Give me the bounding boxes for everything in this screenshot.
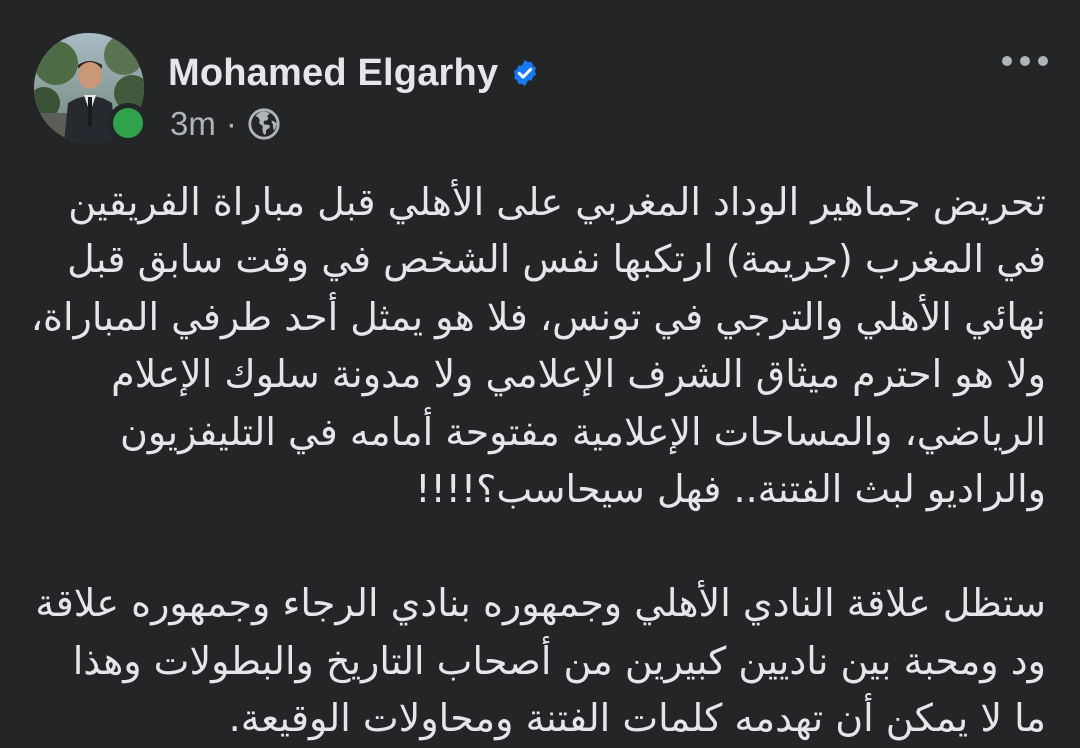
post-text-line: ولا هو احترم ميثاق الشرف الإعلامي ولا مد… [111, 352, 1046, 397]
meta-separator: · [225, 105, 237, 142]
post-text-line: الرياضي، والمساحات الإعلامية مفتوحة أمام… [119, 409, 1046, 454]
post-card: Mohamed Elgarhy 3m · تحريض جماهير الوداد… [0, 0, 1080, 740]
author-name[interactable]: Mohamed Elgarhy [168, 52, 498, 95]
post-text-line: ود ومحبة بين ناديين كبيرين من أصحاب التا… [72, 638, 1046, 683]
author-avatar[interactable] [34, 33, 148, 143]
post-text-line: ما لا يمكن أن تهدمه كلمات الفتنة ومحاولا… [228, 696, 1046, 741]
more-dot-icon [1038, 56, 1048, 66]
more-dot-icon [1002, 56, 1012, 66]
post-text-line: تحريض جماهير الوداد المغربي على الأهلي ق… [68, 180, 1046, 224]
online-status-indicator [108, 103, 148, 143]
post-text-line: والراديو لبث الفتنة.. فهل سيحاسب؟!!!! [415, 467, 1046, 512]
globe-icon[interactable] [247, 107, 281, 141]
post-meta: 3m · [170, 102, 281, 146]
more-dot-icon [1020, 56, 1030, 66]
more-options-button[interactable] [1002, 44, 1048, 78]
author-name-row: Mohamed Elgarhy [168, 48, 540, 98]
post-paragraph: ستظل علاقة النادي الأهلي وجمهوره بنادي ا… [35, 575, 1046, 747]
post-text-line: نهائي الأهلي والترجي في تونس، فلا هو يمث… [30, 294, 1046, 339]
post-text-line: ستظل علاقة النادي الأهلي وجمهوره بنادي ا… [35, 581, 1046, 626]
post-body: تحريض جماهير الوداد المغربي على الأهلي ق… [30, 174, 1046, 748]
verified-badge-icon [514, 59, 537, 87]
post-text-line: في المغرب (جريمة) ارتكبها نفس الشخص في و… [67, 237, 1046, 282]
post-timestamp[interactable]: 3m [170, 105, 216, 143]
post-paragraph: تحريض جماهير الوداد المغربي على الأهلي ق… [30, 174, 1046, 518]
